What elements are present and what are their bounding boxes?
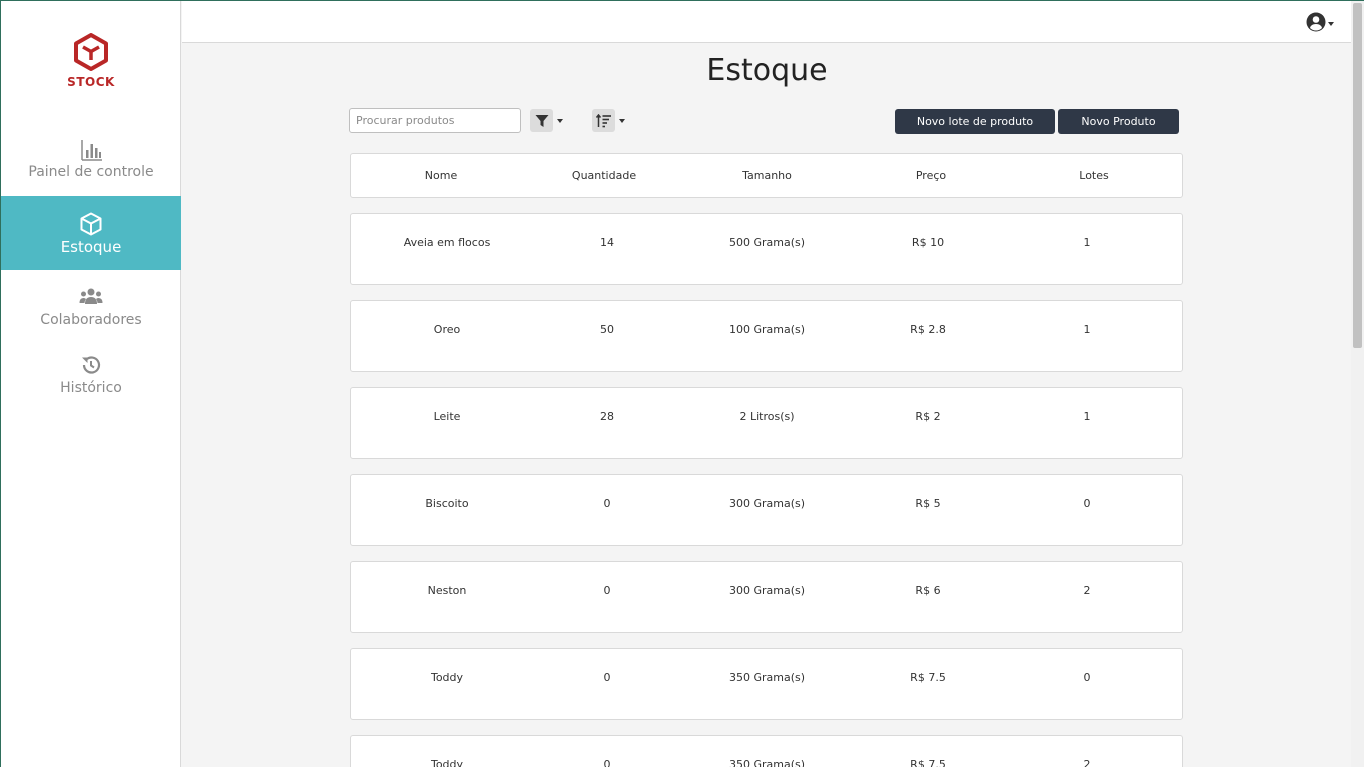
users-icon — [1, 286, 181, 310]
product-name: Toddy — [430, 671, 464, 684]
table-row[interactable]: Neston 0 300 Grama(s) R$ 6 2 — [350, 561, 1183, 633]
scrollbar[interactable] — [1351, 1, 1364, 767]
product-quantity: 50 — [600, 323, 614, 336]
product-price: R$ 7.5 — [910, 671, 946, 684]
product-price: R$ 2 — [915, 410, 941, 423]
product-name: Leite — [433, 410, 461, 423]
table-header: Nome Quantidade Tamanho Preço Lotes — [350, 153, 1183, 198]
column-header-lotes: Lotes — [1079, 169, 1109, 182]
new-product-button[interactable]: Novo Produto — [1058, 109, 1179, 134]
product-batches: 1 — [1083, 323, 1091, 336]
table-row[interactable]: Oreo 50 100 Grama(s) R$ 2.8 1 — [350, 300, 1183, 372]
product-name: Oreo — [433, 323, 461, 336]
column-header-nome: Nome — [424, 169, 458, 182]
product-name: Aveia em flocos — [403, 236, 491, 249]
product-quantity: 0 — [603, 671, 611, 684]
box-icon — [1, 212, 181, 236]
cube-logo-icon — [74, 33, 108, 71]
product-quantity: 0 — [603, 584, 611, 597]
scrollbar-thumb[interactable] — [1353, 3, 1362, 348]
product-size: 500 Grama(s) — [728, 236, 806, 249]
column-header-quantidade: Quantidade — [571, 169, 637, 182]
new-batch-button[interactable]: Novo lote de produto — [895, 109, 1055, 134]
product-batches: 2 — [1083, 758, 1091, 767]
table-row[interactable]: Toddy 0 350 Grama(s) R$ 7.5 0 — [350, 648, 1183, 720]
product-batches: 1 — [1083, 410, 1091, 423]
topbar — [182, 1, 1352, 43]
product-quantity: 28 — [600, 410, 614, 423]
search-input[interactable] — [349, 108, 521, 133]
product-price: R$ 7.5 — [910, 758, 946, 767]
bar-chart-icon — [1, 138, 181, 162]
filter-button[interactable] — [530, 109, 563, 132]
product-size: 350 Grama(s) — [728, 671, 806, 684]
product-quantity: 0 — [603, 758, 611, 767]
sidebar-item-label: Histórico — [60, 380, 122, 396]
sort-icon — [592, 109, 615, 132]
product-batches: 2 — [1083, 584, 1091, 597]
sidebar-item-historico[interactable]: Histórico — [1, 354, 181, 428]
sidebar: STOCK Painel de controle Estoque Colabor… — [1, 1, 181, 767]
column-header-tamanho: Tamanho — [742, 169, 792, 182]
logo[interactable]: STOCK — [1, 33, 181, 89]
product-name: Biscoito — [425, 497, 469, 510]
product-size: 300 Grama(s) — [728, 584, 806, 597]
sidebar-item-colaboradores[interactable]: Colaboradores — [1, 286, 181, 360]
product-size: 300 Grama(s) — [728, 497, 806, 510]
product-price: R$ 5 — [915, 497, 941, 510]
chevron-down-icon — [557, 118, 563, 123]
user-circle-icon — [1306, 12, 1326, 36]
brand-name: STOCK — [67, 75, 115, 89]
product-size: 2 Litros(s) — [739, 410, 795, 423]
product-quantity: 14 — [600, 236, 614, 249]
product-quantity: 0 — [603, 497, 611, 510]
product-price: R$ 6 — [915, 584, 941, 597]
page-title: Estoque — [706, 53, 828, 88]
table-row[interactable]: Aveia em flocos 14 500 Grama(s) R$ 10 1 — [350, 213, 1183, 285]
filter-icon — [530, 109, 553, 132]
sidebar-item-label: Colaboradores — [40, 312, 142, 328]
sort-button[interactable] — [592, 109, 625, 132]
product-batches: 0 — [1083, 671, 1091, 684]
sidebar-item-label: Painel de controle — [28, 164, 154, 180]
product-batches: 1 — [1083, 236, 1091, 249]
product-price: R$ 2.8 — [910, 323, 946, 336]
product-name: Toddy — [430, 758, 464, 767]
history-icon — [1, 354, 181, 378]
product-size: 100 Grama(s) — [728, 323, 806, 336]
table-row[interactable]: Biscoito 0 300 Grama(s) R$ 5 0 — [350, 474, 1183, 546]
chevron-down-icon — [619, 118, 625, 123]
user-menu[interactable] — [1306, 12, 1334, 36]
table-row[interactable]: Toddy 0 350 Grama(s) R$ 7.5 2 — [350, 735, 1183, 767]
table-row[interactable]: Leite 28 2 Litros(s) R$ 2 1 — [350, 387, 1183, 459]
chevron-down-icon — [1328, 22, 1334, 26]
product-size: 350 Grama(s) — [728, 758, 806, 767]
column-header-preco: Preço — [915, 169, 947, 182]
product-price: R$ 10 — [911, 236, 945, 249]
product-name: Neston — [427, 584, 467, 597]
sidebar-item-estoque[interactable]: Estoque — [1, 196, 181, 270]
sidebar-item-label: Estoque — [60, 238, 122, 256]
product-batches: 0 — [1083, 497, 1091, 510]
